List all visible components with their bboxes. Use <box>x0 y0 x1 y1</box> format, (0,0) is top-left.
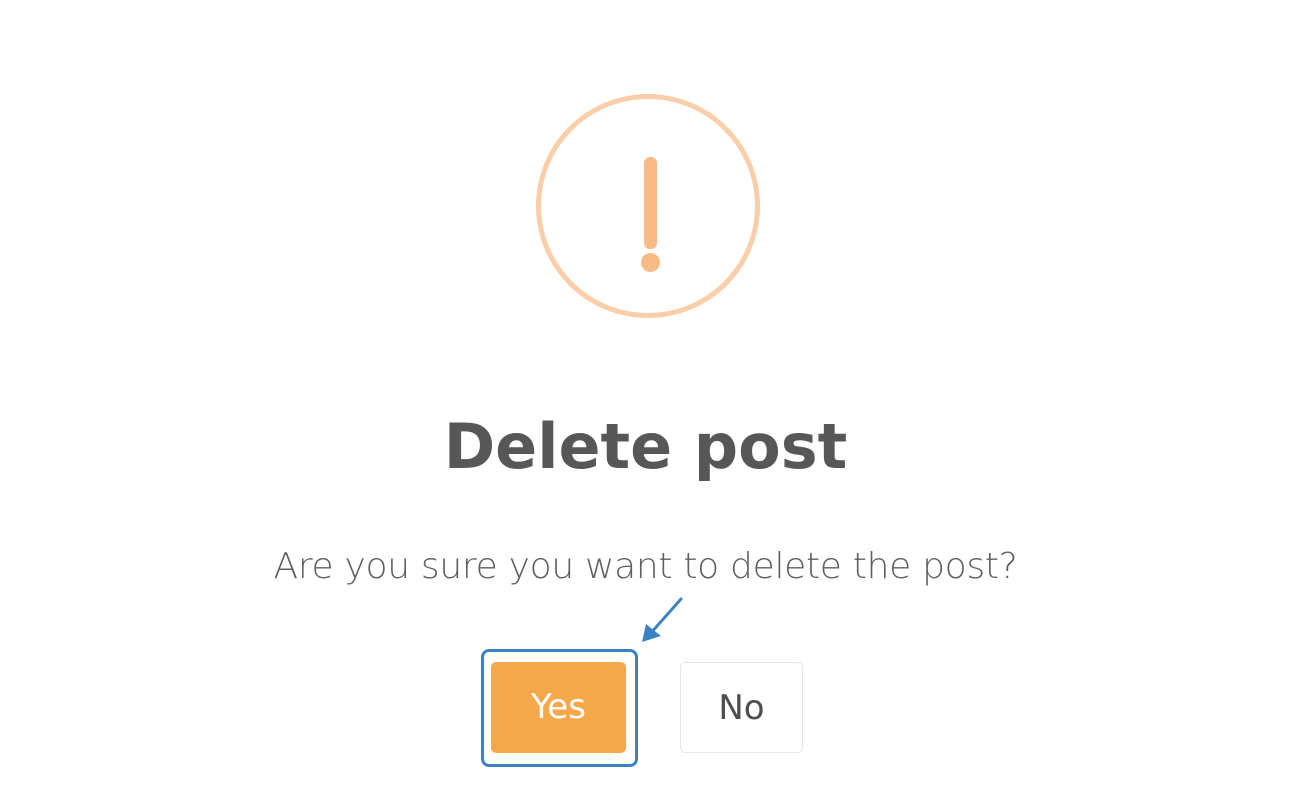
exclamation-bar <box>644 157 657 249</box>
delete-confirmation-dialog: Delete post Are you sure you want to del… <box>0 0 1291 800</box>
arrow-pointer-icon <box>642 597 683 642</box>
no-button[interactable]: No <box>680 662 803 753</box>
exclamation-dot <box>641 253 660 272</box>
yes-button[interactable]: Yes <box>491 662 626 753</box>
warning-exclamation-icon <box>536 94 760 318</box>
dialog-title: Delete post <box>443 410 848 483</box>
dialog-message: Are you sure you want to delete the post… <box>273 546 1018 587</box>
